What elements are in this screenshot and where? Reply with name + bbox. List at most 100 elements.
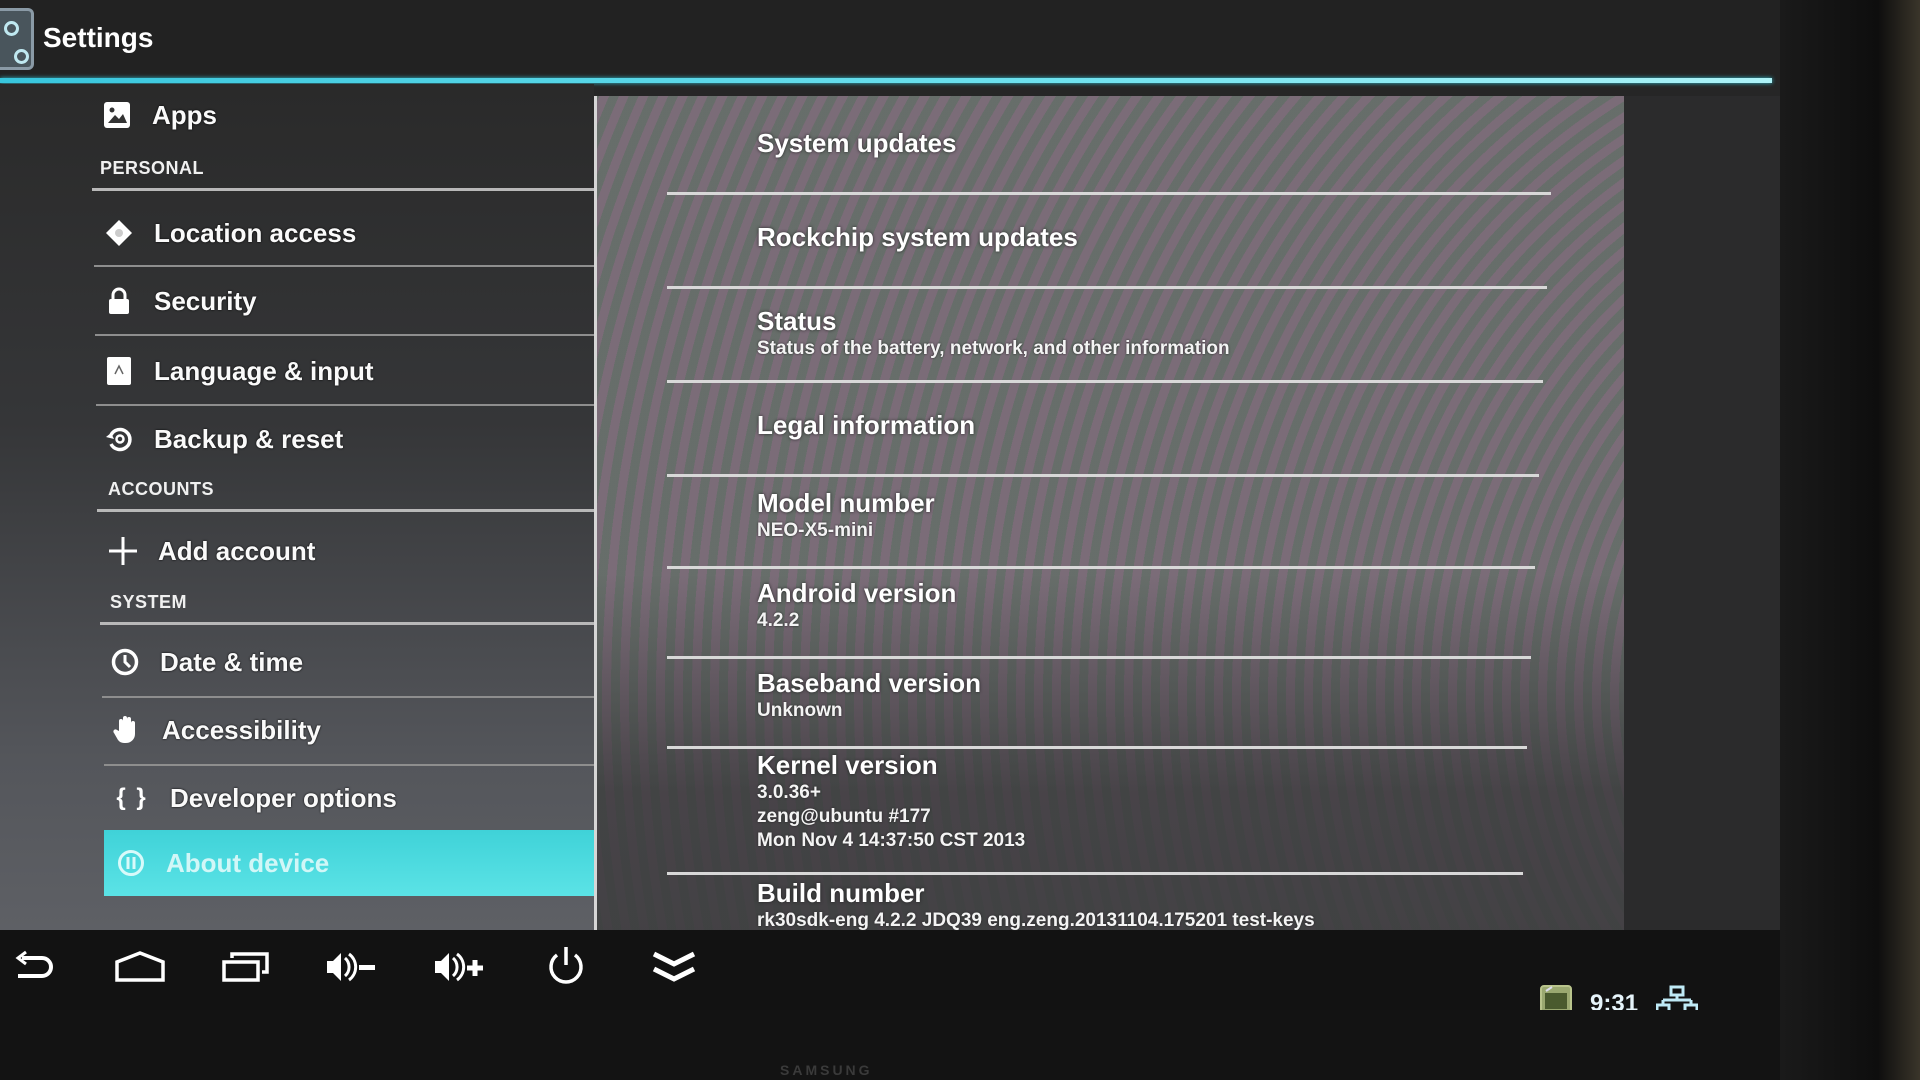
status-clock[interactable]: 9:31 xyxy=(1590,990,1638,1010)
android-screen: Settings Apps PERSONAL Location access S… xyxy=(0,0,1780,1010)
section-header-system: SYSTEM xyxy=(110,592,188,612)
section-divider xyxy=(100,622,594,625)
notification-icon-container[interactable] xyxy=(1540,985,1572,1010)
item-title: System updates xyxy=(757,128,957,158)
list-item-rockchip-system-updates[interactable]: Rockchip system updates xyxy=(757,222,1078,253)
sidebar-item-label: About device xyxy=(166,847,330,878)
braces-icon: { } xyxy=(116,784,148,811)
item-divider xyxy=(94,265,594,267)
item-title: Model number xyxy=(757,488,935,518)
sidebar-item-about-device[interactable]: About device xyxy=(104,830,594,896)
section-header-personal: PERSONAL xyxy=(100,158,205,178)
plus-icon xyxy=(108,536,138,566)
volume-up-icon xyxy=(433,950,487,989)
location-icon xyxy=(104,218,134,248)
item-divider xyxy=(96,404,594,406)
item-divider xyxy=(667,192,1551,195)
item-title: Status xyxy=(757,306,837,336)
item-summary: NEO-X5-mini xyxy=(757,520,874,541)
section-divider xyxy=(92,188,594,191)
item-divider xyxy=(667,746,1527,749)
monitor-bezel-bottom xyxy=(0,1010,1780,1080)
list-item-kernel-version[interactable]: Kernel version 3.0.36+ zeng@ubuntu #177 … xyxy=(757,750,1025,853)
volume-down-button[interactable] xyxy=(322,944,382,994)
sidebar-item-label: Add account xyxy=(158,535,316,566)
item-title: Build number xyxy=(757,878,925,908)
settings-sidebar: Apps PERSONAL Location access Security L… xyxy=(0,84,594,930)
list-item-legal-information[interactable]: Legal information xyxy=(757,410,975,441)
back-icon xyxy=(12,950,56,989)
item-divider xyxy=(667,286,1547,289)
keyboard-icon xyxy=(104,356,134,386)
recent-apps-button[interactable] xyxy=(216,944,276,994)
ethernet-icon xyxy=(1655,985,1699,1010)
home-button[interactable] xyxy=(110,944,170,994)
action-bar: Settings xyxy=(0,0,1780,80)
list-item-baseband-version[interactable]: Baseband version Unknown xyxy=(757,668,981,723)
list-item-build-number[interactable]: Build number rk30sdk-eng 4.2.2 JDQ39 eng… xyxy=(757,878,1315,933)
info-icon xyxy=(116,848,146,878)
list-item-model-number[interactable]: Model number NEO-X5-mini xyxy=(757,488,935,543)
backup-icon xyxy=(104,424,134,454)
list-item-status[interactable]: Status Status of the battery, network, a… xyxy=(757,306,1230,361)
sidebar-item-label: Location access xyxy=(154,217,357,248)
item-divider xyxy=(667,380,1543,383)
item-title: Baseband version xyxy=(757,668,981,698)
sidebar-item-apps[interactable]: Apps xyxy=(92,92,594,138)
item-divider xyxy=(667,474,1539,477)
monitor-bezel-right xyxy=(1780,0,1920,1080)
monitor-brand-logo: SAMSUNG xyxy=(780,1062,873,1078)
network-status[interactable] xyxy=(1655,985,1699,1010)
item-summary: rk30sdk-eng 4.2.2 JDQ39 eng.zeng.2013110… xyxy=(757,910,1315,931)
item-summary-line: zeng@ubuntu #177 xyxy=(757,806,931,827)
item-summary-line: 3.0.36+ xyxy=(757,782,821,803)
clock-icon xyxy=(110,647,140,677)
double-chevron-down-icon xyxy=(651,949,697,990)
lock-icon xyxy=(104,286,134,316)
system-navigation-bar xyxy=(0,930,1780,1010)
item-divider xyxy=(667,656,1531,659)
home-icon xyxy=(114,950,166,989)
about-device-pane: System updates Rockchip system updates S… xyxy=(594,96,1624,966)
back-button[interactable] xyxy=(4,944,64,994)
recent-apps-icon xyxy=(221,950,271,989)
sidebar-item-label: Accessibility xyxy=(162,714,321,745)
item-divider xyxy=(667,566,1535,569)
sidebar-item-language-input[interactable]: Language & input xyxy=(92,342,594,400)
sidebar-item-developer-options[interactable]: { } Developer options xyxy=(102,766,604,830)
hide-navbar-button[interactable] xyxy=(644,944,704,994)
item-summary: Unknown xyxy=(757,700,843,721)
power-icon xyxy=(544,945,588,994)
item-summary: Status of the battery, network, and othe… xyxy=(757,338,1230,359)
volume-down-icon xyxy=(325,950,379,989)
screenshot-icon xyxy=(1540,985,1572,1010)
sidebar-item-accessibility[interactable]: Accessibility xyxy=(100,698,602,762)
item-divider xyxy=(95,334,594,336)
pane-margin xyxy=(1624,96,1780,966)
item-summary: 4.2.2 xyxy=(757,610,800,631)
item-title: Legal information xyxy=(757,410,976,440)
sidebar-item-label: Date & time xyxy=(160,646,304,677)
item-summary-line: Mon Nov 4 14:37:50 CST 2013 xyxy=(757,830,1026,851)
sidebar-item-label: Backup & reset xyxy=(154,423,344,454)
sidebar-item-label: Apps xyxy=(152,99,217,130)
section-divider xyxy=(97,509,594,512)
list-item-android-version[interactable]: Android version 4.2.2 xyxy=(757,578,956,633)
sidebar-item-location-access[interactable]: Location access xyxy=(92,204,594,262)
sidebar-item-label: Language & input xyxy=(154,355,374,386)
item-title: Kernel version xyxy=(757,750,938,780)
power-button[interactable] xyxy=(536,944,596,994)
volume-up-button[interactable] xyxy=(430,944,490,994)
sidebar-item-security[interactable]: Security xyxy=(92,272,594,330)
sidebar-item-date-time[interactable]: Date & time xyxy=(98,630,600,694)
apps-icon xyxy=(102,100,132,130)
list-item-system-updates[interactable]: System updates xyxy=(757,128,956,159)
settings-app-icon[interactable] xyxy=(0,8,34,70)
hand-icon xyxy=(112,715,142,745)
item-title: Rockchip system updates xyxy=(757,222,1078,252)
section-header-accounts: ACCOUNTS xyxy=(108,479,214,499)
sidebar-item-backup-reset[interactable]: Backup & reset xyxy=(92,410,594,468)
page-title: Settings xyxy=(43,22,154,53)
sidebar-item-add-account[interactable]: Add account xyxy=(96,522,598,580)
sidebar-item-label: Security xyxy=(154,285,257,316)
